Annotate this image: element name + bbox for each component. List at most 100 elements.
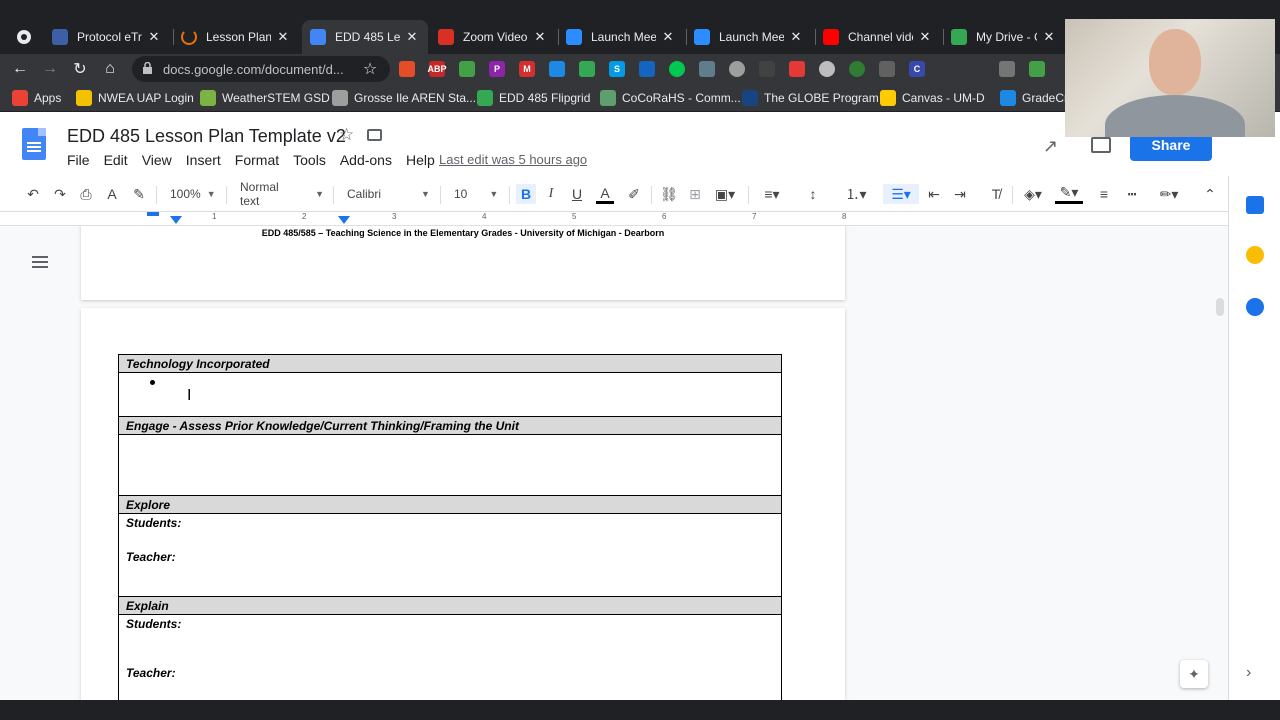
section-heading-technology[interactable]: Technology Incorporated	[118, 354, 782, 373]
collapse-toolbar-icon[interactable]: ⌃	[1200, 184, 1220, 204]
page[interactable]: Technology Incorporated I Engage - Asses…	[81, 308, 845, 700]
spellcheck-icon[interactable]: A	[103, 184, 121, 204]
close-tab-icon[interactable]: ✕	[788, 29, 804, 45]
close-tab-icon[interactable]: ✕	[660, 29, 676, 45]
adblock-extension-icon[interactable]: ABP	[428, 61, 447, 77]
bold-button[interactable]: B	[516, 184, 536, 204]
editing-mode-icon[interactable]: ✏▾	[1154, 184, 1184, 204]
extension-icon-19[interactable]	[999, 61, 1015, 77]
extension-icon-20[interactable]	[1029, 61, 1045, 77]
share-extension-icon[interactable]	[759, 61, 775, 77]
increase-indent-icon[interactable]: ⇥	[950, 184, 970, 204]
underline-button[interactable]: U	[569, 184, 585, 204]
zoom-dropdown[interactable]: 100% ▼	[170, 184, 218, 204]
section-body-explain[interactable]: Students: Teacher:	[118, 614, 782, 700]
calendar-icon[interactable]	[1246, 196, 1264, 214]
tab[interactable]: Launch Meet ✕	[558, 20, 684, 54]
pen-extension-icon[interactable]	[879, 61, 895, 77]
extension-icon-8[interactable]: S	[609, 61, 625, 77]
power-extension-icon[interactable]	[729, 61, 745, 77]
tab[interactable]: Zoom Videoc ✕	[430, 20, 556, 54]
tab[interactable]: Protocol eTra ✕	[44, 20, 170, 54]
grammarly-extension-icon[interactable]	[849, 61, 865, 77]
section-heading-explore[interactable]: Explore	[118, 495, 782, 514]
chrome-menu-icon[interactable]	[12, 25, 36, 49]
decrease-indent-icon[interactable]: ⇤	[924, 184, 944, 204]
bookmark-item[interactable]: GradeCra	[1000, 83, 1075, 112]
link-icon[interactable]: ⛓	[659, 184, 679, 204]
style-dropdown[interactable]: Normal text ▼	[240, 180, 324, 208]
extension-icon-15[interactable]	[819, 61, 835, 77]
menu-view[interactable]: View	[142, 152, 172, 168]
border-width-icon[interactable]: ≡	[1094, 184, 1114, 204]
section-body-engage[interactable]	[118, 434, 782, 496]
italic-button[interactable]: I	[543, 184, 559, 204]
menu-help[interactable]: Help	[406, 152, 435, 168]
comments-icon[interactable]	[1091, 137, 1111, 153]
bookmark-item[interactable]: The GLOBE Program	[742, 83, 879, 112]
extension-icon-18[interactable]: C	[909, 61, 925, 77]
explore-button[interactable]: ✦	[1180, 660, 1208, 688]
section-body-explore[interactable]: Students: Teacher:	[118, 513, 782, 597]
gmail-extension-icon[interactable]: M	[519, 61, 535, 77]
document-canvas[interactable]: EDD 485/585 – Teaching Science in the El…	[0, 226, 1228, 700]
left-indent-marker[interactable]	[170, 216, 182, 224]
extension-icon-9[interactable]	[639, 61, 655, 77]
ruler[interactable]: 1 2 3 4 5 6 7 8	[0, 212, 1228, 226]
border-color-icon[interactable]: ✎▾	[1055, 184, 1083, 204]
first-line-indent-marker[interactable]	[147, 212, 159, 216]
bookmark-star-icon[interactable]: ☆	[358, 57, 382, 81]
font-dropdown[interactable]: Calibri ▼	[347, 184, 431, 204]
menu-edit[interactable]: Edit	[104, 152, 128, 168]
section-body-technology[interactable]: I	[118, 372, 782, 417]
add-comment-icon[interactable]: ⊞	[686, 184, 704, 204]
drive-extension-icon[interactable]	[579, 61, 595, 77]
tab[interactable]: My Drive - Go ✕	[943, 20, 1065, 54]
close-tab-icon[interactable]: ✕	[1041, 29, 1057, 45]
paint-format-icon[interactable]: ✎	[130, 184, 148, 204]
line-spacing-icon[interactable]: ↕	[803, 184, 823, 204]
extension-icon-10[interactable]	[669, 61, 685, 77]
tasks-icon[interactable]	[1246, 298, 1264, 316]
cell-background-icon[interactable]: ◈▾	[1019, 184, 1047, 204]
close-tab-icon[interactable]: ✕	[532, 29, 548, 45]
section-heading-engage[interactable]: Engage - Assess Prior Knowledge/Current …	[118, 416, 782, 435]
tab[interactable]: EDD 485 Less ✕	[302, 20, 428, 54]
reload-icon[interactable]: ↻	[68, 57, 92, 81]
insert-image-icon[interactable]: ▣▾	[711, 184, 739, 204]
tab[interactable]: Launch Meet ✕	[686, 20, 812, 54]
forward-icon[interactable]: →	[38, 57, 62, 81]
bookmark-item[interactable]: EDD 485 Flipgrid	[477, 83, 590, 112]
chevron-right-icon[interactable]: ›	[1246, 664, 1251, 682]
last-edit-link[interactable]: Last edit was 5 hours ago	[439, 152, 587, 167]
close-tab-icon[interactable]: ✕	[275, 29, 291, 45]
bookmark-item[interactable]: Grosse Ile AREN Sta...	[332, 83, 476, 112]
brave-extension-icon[interactable]	[399, 61, 415, 77]
border-dash-icon[interactable]: ┅	[1122, 184, 1142, 204]
close-tab-icon[interactable]: ✕	[404, 29, 420, 45]
numbered-list-icon[interactable]: ⒈▾	[838, 184, 874, 204]
calendar-extension-icon[interactable]	[549, 61, 565, 77]
extension-icon-4[interactable]: P	[489, 61, 505, 77]
tab[interactable]: Channel vide ✕	[815, 20, 941, 54]
bookmark-item[interactable]: WeatherSTEM GSD	[200, 83, 330, 112]
keep-icon[interactable]	[1246, 246, 1264, 264]
text-color-button[interactable]: A	[596, 184, 614, 204]
extension-icon-11[interactable]	[699, 61, 715, 77]
scrollbar-thumb[interactable]	[1216, 298, 1224, 316]
menu-tools[interactable]: Tools	[293, 152, 326, 168]
address-bar[interactable]: docs.google.com/document/d...	[132, 56, 390, 82]
docs-logo-icon[interactable]	[22, 128, 46, 160]
menu-file[interactable]: File	[67, 152, 90, 168]
close-tab-icon[interactable]: ✕	[917, 29, 933, 45]
print-icon[interactable]: ⎙	[77, 184, 95, 204]
extension-icon-14[interactable]	[789, 61, 805, 77]
document-outline-icon[interactable]	[32, 256, 48, 270]
bulleted-list-icon[interactable]: ☰▾	[883, 184, 919, 204]
document-title[interactable]: EDD 485 Lesson Plan Template v2	[67, 126, 346, 147]
extension-icon-3[interactable]	[459, 61, 475, 77]
tab[interactable]: Lesson Plan 1 ✕	[173, 20, 299, 54]
bookmark-item[interactable]: CoCoRaHS - Comm...	[600, 83, 741, 112]
menu-insert[interactable]: Insert	[186, 152, 221, 168]
back-icon[interactable]: ←	[8, 57, 32, 81]
